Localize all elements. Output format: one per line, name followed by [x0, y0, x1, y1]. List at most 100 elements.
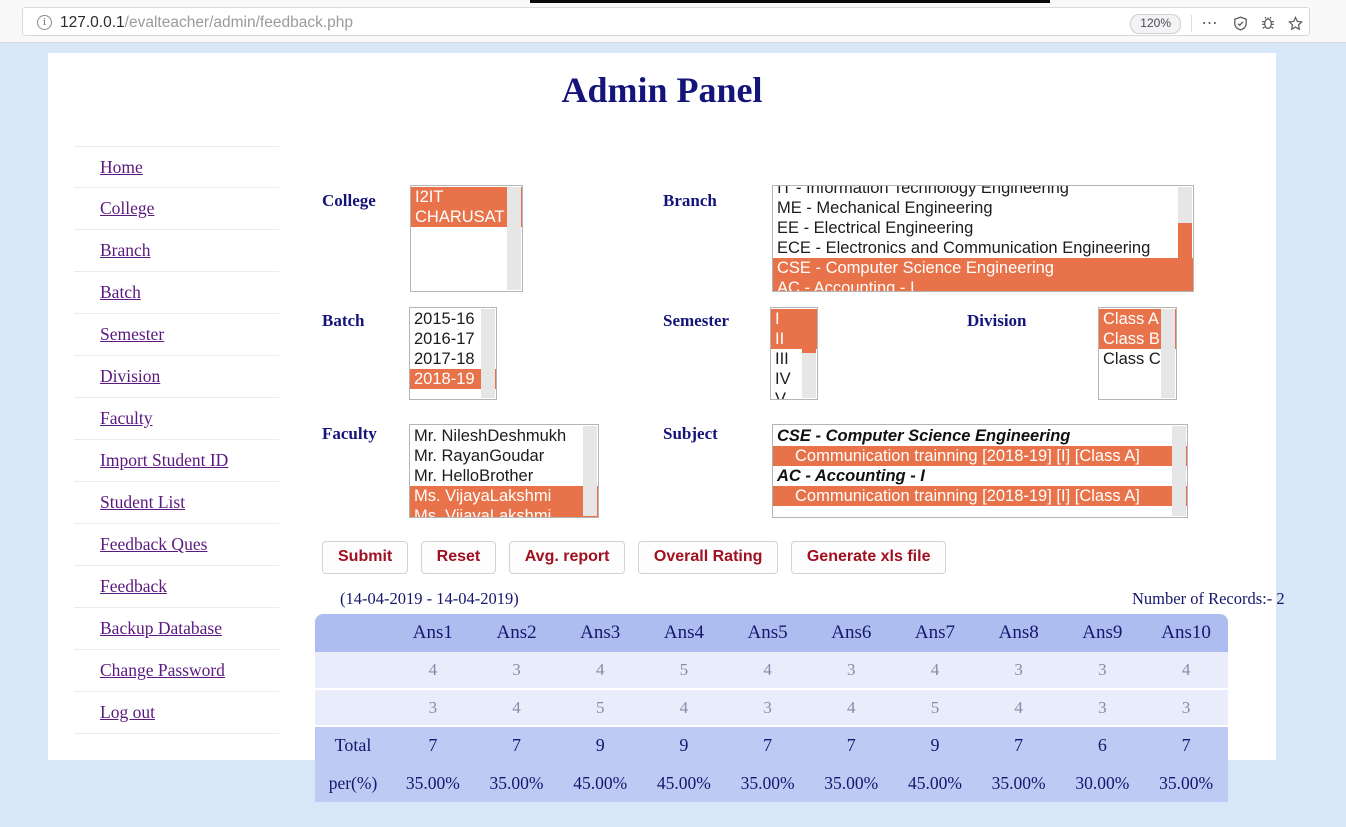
total-cell: 9	[558, 726, 643, 764]
branch-option[interactable]: AC - Accounting - I	[773, 278, 1193, 291]
sidebar-item-label[interactable]: Log out	[100, 702, 155, 723]
sidebar-item-student-list[interactable]: Student List	[74, 482, 279, 524]
toolbar-divider	[1191, 15, 1192, 32]
faculty-option[interactable]: Ms. VijayaLakshmi	[410, 486, 598, 506]
sidebar-item-label[interactable]: Feedback	[100, 576, 167, 597]
faculty-scrollbar[interactable]	[583, 426, 597, 516]
faculty-option[interactable]: Mr. NileshDeshmukh	[410, 426, 598, 446]
sidebar-item-label[interactable]: Change Password	[100, 660, 225, 681]
branch-option[interactable]: EE - Electrical Engineering	[773, 218, 1193, 238]
subject-select[interactable]: CSE - Computer Science Engineering Commu…	[772, 424, 1188, 518]
avg-report-button[interactable]: Avg. report	[508, 541, 626, 574]
header-cell: Ans8	[976, 614, 1061, 652]
college-option[interactable]: I2IT CHARUSAT	[411, 187, 522, 227]
sidebar-item-label[interactable]: Home	[100, 157, 143, 178]
table-cell: 4	[809, 689, 894, 727]
subject-option[interactable]: Communication trainning [2018-19] [I] [C…	[773, 446, 1187, 466]
faculty-select[interactable]: Mr. NileshDeshmukh Mr. RayanGoudar Mr. H…	[409, 424, 599, 518]
table-cell: 3	[1060, 689, 1145, 727]
address-bar[interactable]: i 127.0.0.1/evalteacher/admin/feedback.p…	[22, 7, 1310, 36]
table-cell: 5	[642, 652, 726, 690]
sidebar-item-division[interactable]: Division	[74, 356, 279, 398]
sidebar-item-label[interactable]: College	[100, 198, 154, 219]
sidebar-item-label[interactable]: Student List	[100, 492, 185, 513]
total-cell: 9	[893, 726, 977, 764]
zoom-level-badge[interactable]: 120%	[1130, 14, 1181, 34]
subject-scrollbar[interactable]	[1172, 426, 1186, 516]
table-cell: 3	[391, 689, 475, 727]
url-path: /evalteacher/admin/feedback.php	[124, 14, 354, 31]
browser-toolbar: i 127.0.0.1/evalteacher/admin/feedback.p…	[0, 0, 1346, 43]
sidebar-item-label[interactable]: Feedback Ques	[100, 534, 207, 555]
sidebar-item-log-out[interactable]: Log out	[74, 692, 279, 734]
sidebar-item-label[interactable]: Faculty	[100, 408, 153, 429]
generate-xls-button[interactable]: Generate xls file	[790, 541, 947, 574]
table-row: 3 4 5 4 3 4 5 4 3 3	[315, 689, 1228, 727]
sidebar-item-feedback[interactable]: Feedback	[74, 566, 279, 608]
sidebar-item-label[interactable]: Semester	[100, 324, 164, 345]
sidebar-item-batch[interactable]: Batch	[74, 272, 279, 314]
division-select[interactable]: Class A Class B Class C	[1098, 307, 1177, 400]
faculty-option[interactable]: Ms. VijayaLakshmi	[410, 506, 598, 517]
sidebar-item-label[interactable]: Batch	[100, 282, 141, 303]
total-cell: 9	[642, 726, 726, 764]
site-info-icon[interactable]: i	[37, 15, 52, 30]
overall-rating-button[interactable]: Overall Rating	[637, 541, 779, 574]
percent-cell: 35.00%	[976, 764, 1061, 802]
branch-option[interactable]: ECE - Electronics and Communication Engi…	[773, 238, 1193, 258]
college-select[interactable]: I2IT CHARUSAT	[410, 185, 523, 292]
semester-scroll-thumb[interactable]	[802, 309, 816, 353]
header-cell: Ans10	[1144, 614, 1228, 652]
shield-icon[interactable]	[1229, 14, 1251, 33]
sidebar-item-home[interactable]: Home	[74, 146, 279, 188]
bug-icon[interactable]	[1257, 14, 1279, 33]
subject-group-label: AC - Accounting - I	[777, 467, 925, 485]
sidebar-item-label[interactable]: Import Student ID	[100, 450, 228, 471]
bookmark-star-icon[interactable]	[1284, 14, 1306, 33]
branch-option[interactable]: CSE - Computer Science Engineering	[773, 258, 1193, 278]
college-label: College	[322, 191, 376, 210]
sidebar-item-feedback-ques[interactable]: Feedback Ques	[74, 524, 279, 566]
reset-button[interactable]: Reset	[420, 541, 497, 574]
batch-scrollbar[interactable]	[481, 309, 495, 398]
faculty-label: Faculty	[322, 424, 377, 443]
batch-select[interactable]: 2015-16 2016-17 2017-18 2018-19	[409, 307, 497, 400]
college-scrollbar[interactable]	[507, 187, 521, 290]
total-cell: 7	[976, 726, 1061, 764]
total-cell: 7	[1144, 726, 1228, 764]
table-cell: 4	[642, 689, 726, 727]
url-host: 127.0.0.1	[60, 14, 125, 31]
branch-scroll-thumb[interactable]	[1178, 223, 1192, 290]
page-actions-icon[interactable]: ⋯	[1199, 14, 1221, 33]
sidebar-item-label[interactable]: Backup Database	[100, 618, 222, 639]
semester-select[interactable]: I II III IV V	[770, 307, 818, 400]
header-cell: Ans5	[725, 614, 810, 652]
division-scrollbar[interactable]	[1161, 309, 1175, 398]
submit-button[interactable]: Submit	[322, 541, 409, 574]
header-cell	[315, 614, 391, 652]
table-cell: 3	[725, 689, 810, 727]
sidebar-item-branch[interactable]: Branch	[74, 230, 279, 272]
sidebar-item-college[interactable]: College	[74, 188, 279, 230]
branch-option[interactable]: ME - Mechanical Engineering	[773, 198, 1193, 218]
division-label: Division	[967, 311, 1027, 330]
semester-scrollbar[interactable]	[802, 309, 816, 398]
header-cell: Ans2	[474, 614, 559, 652]
subject-option[interactable]: Communication trainning [2018-19] [I] [C…	[773, 486, 1187, 506]
sidebar-item-label[interactable]: Branch	[100, 240, 151, 261]
row-label	[315, 652, 391, 690]
sidebar-item-faculty[interactable]: Faculty	[74, 398, 279, 440]
header-cell: Ans7	[893, 614, 977, 652]
branch-option[interactable]: IT - Information Technology Engineering	[773, 186, 1193, 198]
faculty-option[interactable]: Mr. RayanGoudar	[410, 446, 598, 466]
sidebar-item-import-student-id[interactable]: Import Student ID	[74, 440, 279, 482]
faculty-option[interactable]: Mr. HelloBrother	[410, 466, 598, 486]
branch-select[interactable]: IT - Information Technology Engineering …	[772, 185, 1194, 292]
sidebar-item-change-password[interactable]: Change Password	[74, 650, 279, 692]
percent-cell: 30.00%	[1060, 764, 1145, 802]
table-cell: 5	[558, 689, 643, 727]
sidebar-item-label[interactable]: Division	[100, 366, 160, 387]
sidebar-item-backup-database[interactable]: Backup Database	[74, 608, 279, 650]
sidebar-item-semester[interactable]: Semester	[74, 314, 279, 356]
branch-scrollbar[interactable]	[1178, 187, 1192, 290]
